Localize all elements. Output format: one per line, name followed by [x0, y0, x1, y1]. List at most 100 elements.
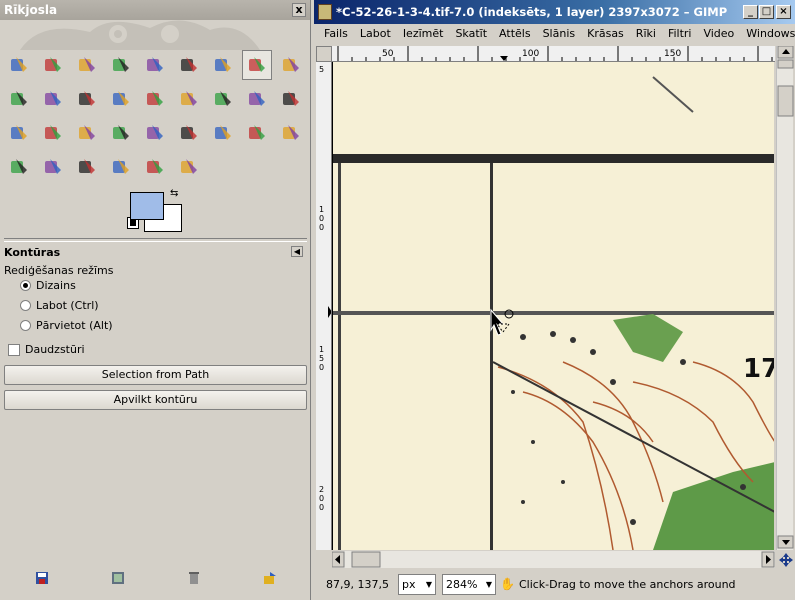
eraser-icon[interactable] [208, 118, 238, 148]
dodge-burn-icon[interactable] [174, 152, 204, 182]
color-area[interactable]: ⇆ [127, 188, 184, 234]
ruler-label: 5 [319, 354, 324, 363]
perspective-icon[interactable] [276, 84, 306, 114]
crop-icon[interactable] [140, 84, 170, 114]
stroke-path-button[interactable]: Apvilkt kontūru [4, 390, 307, 410]
scissors-select-icon[interactable] [174, 50, 204, 80]
mode-radio-move[interactable]: Pārvietot (Alt) [20, 319, 113, 332]
smudge-icon[interactable] [140, 152, 170, 182]
minimize-button[interactable]: _ [743, 5, 758, 19]
radio-label: Pārvietot (Alt) [36, 319, 113, 332]
measure-icon[interactable] [38, 84, 68, 114]
ruler-label: 2 [319, 485, 324, 494]
checkbox-label: Daudzstūri [25, 343, 85, 356]
tool-grid [4, 50, 310, 186]
zoom-icon[interactable] [4, 84, 34, 114]
polygonal-checkbox[interactable]: Daudzstūri [8, 343, 85, 356]
airbrush-icon[interactable] [242, 118, 272, 148]
menu-item[interactable]: Skatīt [449, 24, 493, 44]
horizontal-ruler[interactable]: 50 100 150 [332, 46, 775, 62]
radio-label: Labot (Ctrl) [36, 299, 99, 312]
foreground-color[interactable] [130, 192, 164, 220]
checkbox-icon[interactable] [8, 343, 20, 356]
maximize-button[interactable]: □ [759, 5, 774, 19]
radio-icon[interactable] [20, 300, 31, 311]
close-button[interactable]: x [292, 3, 306, 17]
reset-options-icon[interactable] [262, 570, 278, 586]
image-window: *C-52-26-1-3-4.tif-7.0 (indeksēts, 1 lay… [314, 0, 795, 600]
flip-icon[interactable] [4, 118, 34, 148]
fuzzy-select-icon[interactable] [106, 50, 136, 80]
image-thumbnail-icon [318, 4, 332, 20]
horizontal-scrollbar[interactable] [331, 551, 775, 568]
unit-select[interactable]: px ▼ [398, 573, 436, 595]
chevron-down-icon: ▼ [485, 579, 492, 589]
ruler-label: 0 [319, 503, 324, 512]
ink-icon[interactable] [276, 118, 306, 148]
align-icon[interactable] [106, 84, 136, 114]
navigate-icon[interactable] [778, 552, 794, 568]
bucket-fill-icon[interactable] [72, 118, 102, 148]
menu-bar: Fails Labot Iezīmēt Skatīt Attēls Slānis Krāsa… [314, 24, 795, 44]
toolbox-titlebar: Rīkjosla x [0, 0, 310, 20]
ruler-label: 5 [319, 65, 324, 74]
ruler-label: 100 [522, 49, 539, 59]
menu-item[interactable]: Video [697, 24, 740, 44]
mode-radio-design[interactable]: Dizains [20, 279, 76, 292]
clone-icon[interactable] [4, 152, 34, 182]
rotate-icon[interactable] [174, 84, 204, 114]
image-canvas[interactable]: 17 [332, 62, 774, 550]
menu-item[interactable]: Krāsas [581, 24, 630, 44]
quick-mask-corner[interactable] [316, 46, 332, 62]
status-bar: 87,9, 137,5 px ▼ 284% ▼ ✋ Click-Drag to mo… [314, 570, 795, 598]
color-picker-icon[interactable] [276, 50, 306, 80]
restore-options-icon[interactable] [110, 570, 126, 586]
rect-select-icon[interactable] [4, 50, 34, 80]
ruler-label: 150 [664, 49, 681, 59]
pointer-coordinates: 87,9, 137,5 [326, 577, 389, 591]
shear-icon[interactable] [242, 84, 272, 114]
menu-item[interactable]: Slānis [537, 24, 582, 44]
pencil-icon[interactable] [140, 118, 170, 148]
ruler-label: 50 [382, 49, 394, 59]
menu-item[interactable]: Labot [354, 24, 397, 44]
selection-from-path-button[interactable]: Selection from Path [4, 365, 307, 385]
save-options-icon[interactable] [34, 570, 50, 586]
ruler-label: 1 [319, 205, 324, 214]
scale-icon[interactable] [208, 84, 238, 114]
ruler-label: 0 [319, 363, 324, 372]
heal-icon[interactable] [38, 152, 68, 182]
vertical-scrollbar[interactable] [776, 45, 794, 550]
vertical-ruler[interactable]: 5 100150200 [316, 62, 332, 550]
menu-item[interactable]: Iezīmēt [397, 24, 450, 44]
foreground-select-icon[interactable] [208, 50, 238, 80]
ellipse-select-icon[interactable] [38, 50, 68, 80]
perspective-clone-icon[interactable] [72, 152, 102, 182]
radio-icon[interactable] [20, 320, 31, 331]
menu-item[interactable]: Fails [318, 24, 354, 44]
free-select-icon[interactable] [72, 50, 102, 80]
swap-colors-icon[interactable]: ⇆ [170, 188, 178, 199]
zoom-select[interactable]: 284% ▼ [442, 573, 496, 595]
radio-icon[interactable] [20, 280, 31, 291]
menu-item[interactable]: Filtri [662, 24, 698, 44]
close-button[interactable]: × [776, 5, 791, 19]
move-icon[interactable] [72, 84, 102, 114]
mode-radio-edit[interactable]: Labot (Ctrl) [20, 299, 99, 312]
select-by-color-icon[interactable] [140, 50, 170, 80]
text-icon[interactable] [38, 118, 68, 148]
paintbrush-icon[interactable] [174, 118, 204, 148]
paths-icon[interactable] [242, 50, 272, 80]
delete-options-icon[interactable] [186, 570, 202, 586]
status-message: Click-Drag to move the anchors around [518, 577, 736, 591]
dock-menu-icon[interactable]: ◀ [291, 246, 303, 257]
ruler-label: 0 [319, 223, 324, 232]
chevron-down-icon: ▼ [425, 579, 432, 589]
menu-item[interactable]: Windows [740, 24, 795, 44]
toolbox-title: Rīkjosla [4, 3, 58, 17]
menu-item[interactable]: Rīki [630, 24, 662, 44]
menu-item[interactable]: Attēls [493, 24, 537, 44]
blend-icon[interactable] [106, 118, 136, 148]
paths-tool-options: Kontūras ◀ Rediģēšanas režīms [4, 246, 307, 277]
blur-icon[interactable] [106, 152, 136, 182]
